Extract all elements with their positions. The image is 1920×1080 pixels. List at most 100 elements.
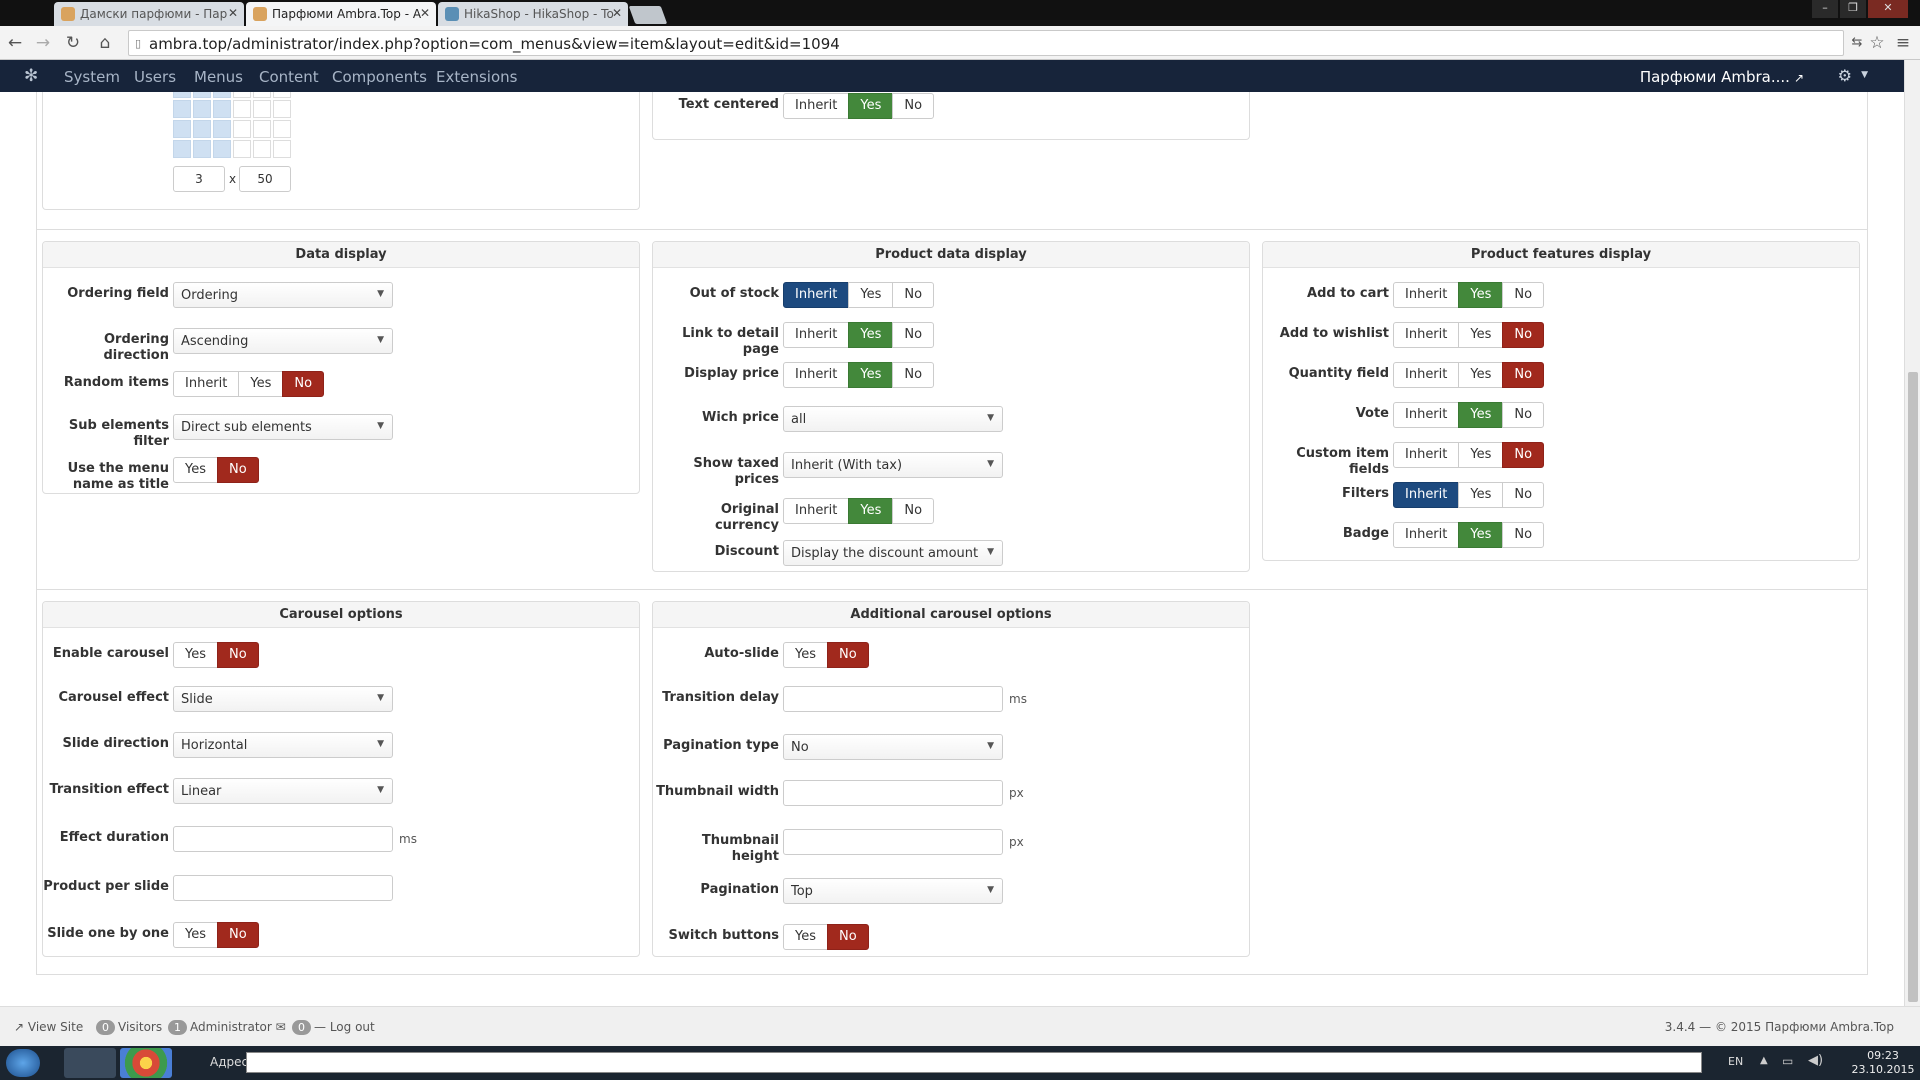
close-tab-icon[interactable]: ✕ bbox=[228, 6, 238, 20]
restore-window-icon[interactable]: ❐ bbox=[1840, 0, 1866, 18]
home-icon[interactable]: ⌂ bbox=[94, 32, 116, 54]
inherit-option[interactable]: Inherit bbox=[1393, 282, 1460, 308]
yes-option[interactable]: Yes bbox=[783, 924, 828, 950]
grid-cell[interactable] bbox=[193, 92, 211, 98]
no-option[interactable]: No bbox=[282, 371, 325, 397]
no-option[interactable]: No bbox=[892, 322, 935, 348]
reload-icon[interactable]: ↻ bbox=[62, 32, 84, 54]
grid-cell[interactable] bbox=[253, 140, 271, 158]
yes-option[interactable]: Yes bbox=[1458, 482, 1504, 508]
start-button-icon[interactable] bbox=[6, 1049, 40, 1077]
explorer-folder-icon[interactable] bbox=[64, 1048, 116, 1078]
yes-option[interactable]: Yes bbox=[173, 922, 218, 948]
browser-tab[interactable]: HikaShop - HikaShop - To ✕ bbox=[438, 2, 628, 26]
grid-cell[interactable] bbox=[213, 92, 231, 98]
bookmark-star-icon[interactable]: ☆ bbox=[1866, 32, 1888, 54]
yes-option[interactable]: Yes bbox=[848, 362, 894, 388]
transition-delay-input[interactable] bbox=[783, 686, 1003, 712]
yes-option[interactable]: Yes bbox=[848, 498, 894, 524]
menu-content[interactable]: Content bbox=[259, 68, 319, 86]
grid-cell[interactable] bbox=[193, 120, 211, 138]
inherit-option[interactable]: Inherit bbox=[1393, 522, 1460, 548]
yes-option[interactable]: Yes bbox=[848, 93, 894, 119]
chrome-icon[interactable] bbox=[120, 1048, 172, 1078]
menu-menus[interactable]: Menus bbox=[194, 68, 243, 86]
no-option[interactable]: No bbox=[827, 924, 869, 950]
minimize-window-icon[interactable]: – bbox=[1812, 0, 1838, 18]
grid-cell[interactable] bbox=[213, 120, 231, 138]
no-option[interactable]: No bbox=[217, 922, 259, 948]
yes-option[interactable]: Yes bbox=[173, 642, 218, 668]
grid-cell[interactable] bbox=[233, 120, 251, 138]
close-tab-icon[interactable]: ✕ bbox=[420, 6, 430, 20]
grid-cell[interactable] bbox=[253, 92, 271, 98]
browser-menu-icon[interactable]: ≡ bbox=[1892, 32, 1914, 54]
system-clock[interactable]: 09:2323.10.2015 г. bbox=[1846, 1049, 1920, 1080]
yes-option[interactable]: Yes bbox=[1458, 322, 1504, 348]
grid-cell[interactable] bbox=[273, 100, 291, 118]
yes-option[interactable]: Yes bbox=[238, 371, 284, 397]
yes-option[interactable]: Yes bbox=[1458, 522, 1504, 548]
grid-rows-input[interactable]: 50 bbox=[239, 166, 291, 192]
thumbnail-width-input[interactable] bbox=[783, 780, 1003, 806]
wich-price-select[interactable]: all ▼ bbox=[783, 406, 1003, 432]
grid-cell[interactable] bbox=[173, 120, 191, 138]
no-option[interactable]: No bbox=[1502, 522, 1545, 548]
no-option[interactable]: No bbox=[827, 642, 869, 668]
network-icon[interactable]: ▭ bbox=[1782, 1054, 1793, 1068]
yes-option[interactable]: Yes bbox=[783, 642, 828, 668]
no-option[interactable]: No bbox=[892, 282, 935, 308]
no-option[interactable]: No bbox=[217, 457, 259, 483]
url-bar[interactable]: ▯ ambra.top/administrator/index.php?opti… bbox=[128, 30, 1844, 56]
grid-cell[interactable] bbox=[253, 100, 271, 118]
site-link[interactable]: Парфюми Ambra.... ↗ bbox=[1640, 68, 1804, 86]
grid-cell[interactable] bbox=[213, 100, 231, 118]
grid-cell[interactable] bbox=[173, 140, 191, 158]
carousel-effect-select[interactable]: Slide ▼ bbox=[173, 686, 393, 712]
grid-cell[interactable] bbox=[173, 92, 191, 98]
envelope-icon[interactable]: ✉ bbox=[276, 1020, 286, 1034]
effect-duration-input[interactable] bbox=[173, 826, 393, 852]
pagination-select[interactable]: Top ▼ bbox=[783, 878, 1003, 904]
transition-effect-select[interactable]: Linear ▼ bbox=[173, 778, 393, 804]
close-window-icon[interactable]: ✕ bbox=[1868, 0, 1908, 18]
joomla-logo-icon[interactable]: ✻ bbox=[24, 66, 38, 86]
inherit-option[interactable]: Inherit bbox=[1393, 322, 1460, 348]
yes-option[interactable]: Yes bbox=[1458, 442, 1504, 468]
forward-icon[interactable]: → bbox=[32, 32, 54, 54]
no-option[interactable]: No bbox=[1502, 322, 1545, 348]
no-option[interactable]: No bbox=[892, 93, 935, 119]
grid-cell[interactable] bbox=[233, 140, 251, 158]
yes-option[interactable]: Yes bbox=[1458, 362, 1504, 388]
grid-cell[interactable] bbox=[193, 140, 211, 158]
yes-option[interactable]: Yes bbox=[1458, 402, 1504, 428]
yes-option[interactable]: Yes bbox=[173, 457, 218, 483]
yes-option[interactable]: Yes bbox=[1458, 282, 1504, 308]
ordering-field-select[interactable]: Ordering ▼ bbox=[173, 282, 393, 308]
close-tab-icon[interactable]: ✕ bbox=[612, 6, 622, 20]
logout-link[interactable]: Log out bbox=[330, 1020, 375, 1034]
menu-system[interactable]: System bbox=[64, 68, 120, 86]
sub-elements-filter-select[interactable]: Direct sub elements ▼ bbox=[173, 414, 393, 440]
translate-icon[interactable]: ⇆ bbox=[1846, 32, 1868, 54]
volume-icon[interactable]: ◀) bbox=[1808, 1053, 1823, 1068]
tray-expand-icon[interactable]: ▲ bbox=[1760, 1055, 1768, 1066]
thumbnail-height-input[interactable] bbox=[783, 829, 1003, 855]
pagination-type-select[interactable]: No ▼ bbox=[783, 734, 1003, 760]
no-option[interactable]: No bbox=[1502, 482, 1545, 508]
menu-users[interactable]: Users bbox=[134, 68, 176, 86]
address-toolbar-input[interactable] bbox=[246, 1052, 1702, 1073]
yes-option[interactable]: Yes bbox=[848, 322, 894, 348]
browser-tab-active[interactable]: Парфюми Ambra.Top - А ✕ bbox=[246, 2, 436, 26]
grid-cell[interactable] bbox=[193, 100, 211, 118]
page-scrollbar[interactable] bbox=[1904, 60, 1920, 1006]
view-site-link[interactable]: ↗ View Site bbox=[14, 1020, 83, 1034]
no-option[interactable]: No bbox=[1502, 402, 1545, 428]
grid-cell[interactable] bbox=[213, 140, 231, 158]
grid-cell[interactable] bbox=[173, 100, 191, 118]
no-option[interactable]: No bbox=[1502, 442, 1545, 468]
no-option[interactable]: No bbox=[892, 498, 935, 524]
inherit-option[interactable]: Inherit bbox=[783, 322, 850, 348]
back-icon[interactable]: ← bbox=[4, 32, 26, 54]
discount-select[interactable]: Display the discount amount ▼ bbox=[783, 540, 1003, 566]
